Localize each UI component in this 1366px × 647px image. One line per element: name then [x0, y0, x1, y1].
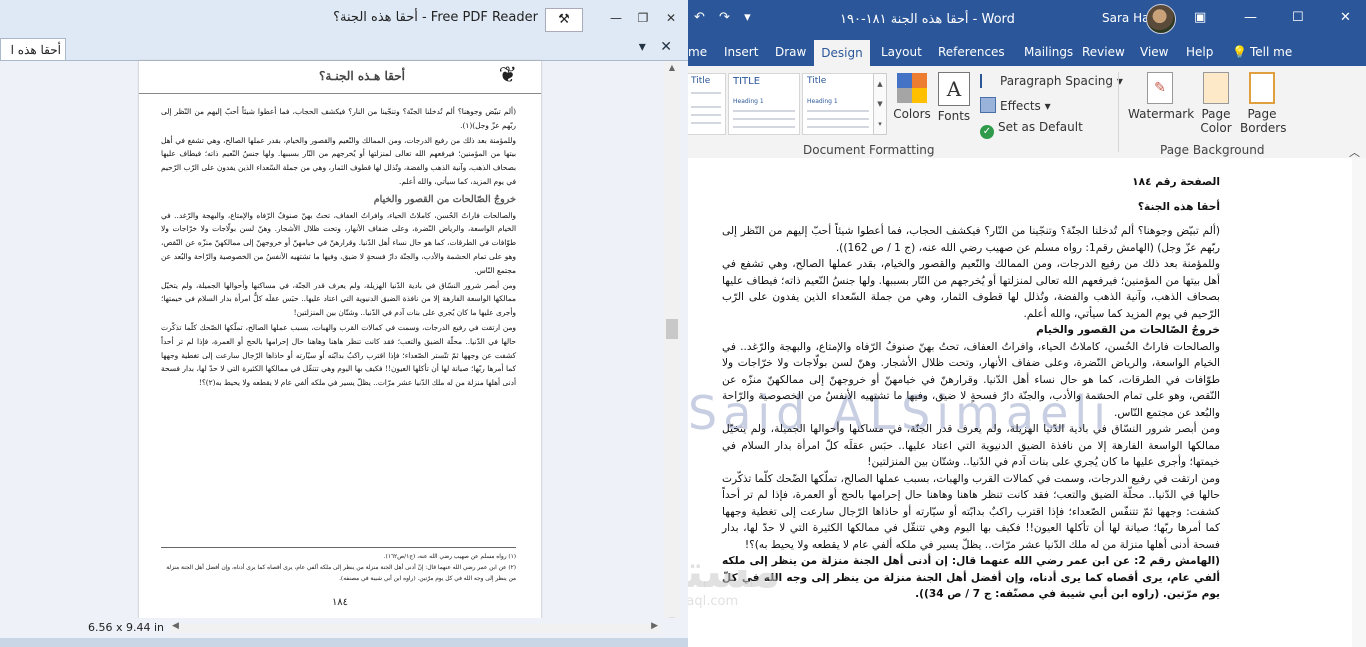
pdf-page-header: ❦ أحقا هـذه الجنـة؟ [139, 61, 541, 94]
tab-draw[interactable]: Draw [775, 45, 806, 59]
ribbon-tab-bar: me Insert Draw Design Layout References … [688, 40, 1366, 66]
lightbulb-icon: 💡 [1232, 45, 1247, 59]
pdf-toolbar-strip [0, 638, 688, 647]
tab-help[interactable]: Help [1186, 45, 1213, 59]
tab-list-dropdown-icon[interactable]: ▾ [639, 39, 646, 55]
redo-icon[interactable]: ↷ [719, 10, 730, 25]
scroll-left-icon[interactable]: ◀ [172, 621, 179, 631]
checkmark-icon: ✓ [980, 125, 994, 139]
effects-button[interactable]: Effects ▾ [980, 97, 1051, 113]
document-area[interactable]: Said ALSimaeli الصفحة رقم ١٨٤ أحقا هذه ا… [688, 158, 1366, 647]
word-vertical-scrollbar[interactable] [1352, 158, 1366, 647]
avatar[interactable] [1146, 4, 1176, 34]
doc-line: والصالحات فاراتُ الحُسن، كاملاتُ الحياء،… [722, 340, 1220, 419]
pdf-tab-bar: أحقا هذه ا ▾ ✕ [0, 36, 688, 61]
watermark-icon: ✎ [1147, 72, 1173, 104]
scroll-up-icon[interactable]: ▲ [664, 63, 680, 72]
doc-line: أحقا هذه الجنة؟ [1137, 200, 1220, 213]
paragraph-spacing-icon [980, 74, 996, 88]
doc-line: (ألم تبيّض وجوهنا؟ ألم تُدخلنا الجنّة؟ و… [722, 225, 1220, 254]
tab-layout[interactable]: Layout [881, 45, 922, 59]
tab-design[interactable]: Design [814, 40, 870, 66]
doc-line: ومن أبصر شرور النسّاق في بادية الدّنيا ا… [722, 423, 1220, 468]
effects-icon [980, 97, 996, 113]
fonts-icon: A [938, 72, 970, 106]
pdf-page: ❦ أحقا هـذه الجنـة؟ (ألم تبيّض وجوهنا؟ أ… [139, 61, 541, 626]
doc-line: الصفحة رقم ١٨٤ [1132, 176, 1220, 188]
group-label-page-background: Page Background [1160, 143, 1265, 157]
word-document-title: أحقا هذه الجنة ١٨١-١٩٠ - Word [840, 12, 1015, 27]
word-title-bar: ↶ ↷ ▾ أحقا هذه الجنة ١٨١-١٩٠ - Word Sara… [688, 0, 1366, 40]
scroll-thumb[interactable] [666, 319, 678, 339]
doc-line: وللمؤمنة بعد ذلك من رفيع الدرجات، ومن ال… [722, 258, 1220, 320]
tell-me-search[interactable]: Tell me [1250, 45, 1292, 59]
minimize-icon[interactable]: — [605, 8, 627, 28]
pdf-footnote: (٢) عن ابن عمر رضي الله عنهما قال: إنّ أ… [166, 565, 516, 582]
pdf-footnotes: (١) رواه مسلم عن صهيب رضي الله عنه، (ج١/… [161, 547, 516, 585]
tab-references[interactable]: References [938, 45, 1005, 59]
colors-icon [896, 72, 928, 104]
pdf-reader-window: أحقا هذه الجنة؟ - Free PDF Reader ⚒ — ❐ … [0, 0, 688, 647]
scroll-right-icon[interactable]: ▶ [651, 621, 658, 631]
colors-button[interactable]: Colors [892, 72, 932, 121]
doc-line: (الهامش رقم 2: عن ابن عمر رضي الله عنهما… [722, 555, 1220, 600]
close-icon[interactable]: ✕ [1340, 10, 1351, 25]
watermark-button[interactable]: ✎ Watermark [1128, 72, 1194, 121]
page-borders-button[interactable]: Page Borders [1240, 72, 1286, 135]
page-color-icon [1203, 72, 1229, 104]
close-tab-icon[interactable]: ✕ [660, 39, 672, 55]
doc-line: خروجُ الصّالحات من القصور والخيام [1036, 324, 1220, 336]
page-color-button[interactable]: Page Color [1196, 72, 1236, 135]
customize-quick-access-icon[interactable]: ▾ [744, 10, 751, 25]
pdf-window-title: أحقا هذه الجنة؟ - Free PDF Reader [333, 10, 538, 25]
pdf-paragraph: ومن أبصر شرور النسّاق في بادية الدّنيا ا… [161, 280, 516, 318]
page-size-readout: 6.56 x 9.44 in [88, 621, 165, 634]
style-gallery-item[interactable]: Title Heading 1 [802, 73, 874, 135]
maximize-icon[interactable]: ☐ [1292, 10, 1304, 25]
pdf-horizontal-scrollbar[interactable]: ◀ ▶ [170, 621, 660, 633]
pdf-status-bar: 6.56 x 9.44 in ◀ ▶ [0, 618, 680, 638]
paragraph-spacing-button[interactable]: Paragraph Spacing ▾ [980, 74, 1123, 88]
pdf-vertical-scrollbar[interactable]: ▲ ▼ [664, 61, 680, 627]
pdf-header-title: أحقا هـذه الجنـة؟ [319, 69, 405, 83]
document-text[interactable]: الصفحة رقم ١٨٤ أحقا هذه الجنة؟ (ألم تبيّ… [722, 174, 1220, 603]
pdf-title-bar: أحقا هذه الجنة؟ - Free PDF Reader ⚒ — ❐ … [0, 0, 688, 36]
pdf-paragraph: وللمؤمنة بعد ذلك من رفيع الدرجات، ومن ال… [161, 135, 516, 186]
pdf-page-body: (ألم تبيّض وجوهنا؟ ألم تُدخلنا الجنّة؟ و… [161, 105, 516, 391]
word-window: ↶ ↷ ▾ أحقا هذه الجنة ١٨١-١٩٠ - Word Sara… [688, 0, 1366, 647]
pdf-paragraph: ومن ارتقت في رفيع الدرجات، وسمت في كمالا… [161, 322, 516, 388]
style-gallery-item[interactable]: Title [688, 73, 726, 135]
style-gallery-item[interactable]: TITLE Heading 1 [728, 73, 800, 135]
tab-view[interactable]: View [1140, 45, 1168, 59]
doc-line: ومن ارتقت في رفيع الدرجات، وسمت في كمالا… [722, 472, 1220, 551]
close-icon[interactable]: ✕ [660, 8, 682, 28]
pdf-footnote: (١) رواه مسلم عن صهيب رضي الله عنه، (ج١/… [383, 554, 516, 560]
set-as-default-button[interactable]: ✓ Set as Default [980, 120, 1083, 139]
tab-insert[interactable]: Insert [724, 45, 758, 59]
gallery-scroll[interactable]: ▲ ▼ ▾ [873, 73, 887, 135]
tab-home[interactable]: me [688, 45, 707, 59]
pin-icon[interactable]: ⚒ [545, 8, 583, 32]
pdf-paragraph: (ألم تبيّض وجوهنا؟ ألم تُدخلنا الجنّة؟ و… [161, 107, 516, 130]
pdf-page-number: ١٨٤ [331, 597, 349, 608]
page-borders-icon [1249, 72, 1275, 104]
mostaql-watermark: مستقل mostaql.com [688, 544, 781, 609]
group-label-document-formatting: Document Formatting [803, 143, 935, 157]
pdf-document-tab[interactable]: أحقا هذه ا [0, 38, 66, 60]
tab-mailings[interactable]: Mailings [1024, 45, 1073, 59]
undo-icon[interactable]: ↶ [694, 10, 705, 25]
ribbon: Title TITLE Heading 1 Title Heading 1 ▲ ▼… [688, 66, 1366, 159]
minimize-icon[interactable]: — [1244, 10, 1257, 25]
fonts-button[interactable]: A Fonts [936, 72, 972, 123]
ornament-icon: ❦ [498, 63, 517, 88]
pdf-subheading: خروجُ الصّالحات من القصور والخيام [373, 193, 516, 205]
restore-icon[interactable]: ❐ [632, 8, 654, 28]
ribbon-display-options-icon[interactable]: ▣ [1194, 10, 1206, 25]
pdf-paragraph: والصالحات فاراتٌ الحُسن، كاملاتُ الحياء،… [161, 210, 516, 275]
tab-review[interactable]: Review [1082, 45, 1125, 59]
